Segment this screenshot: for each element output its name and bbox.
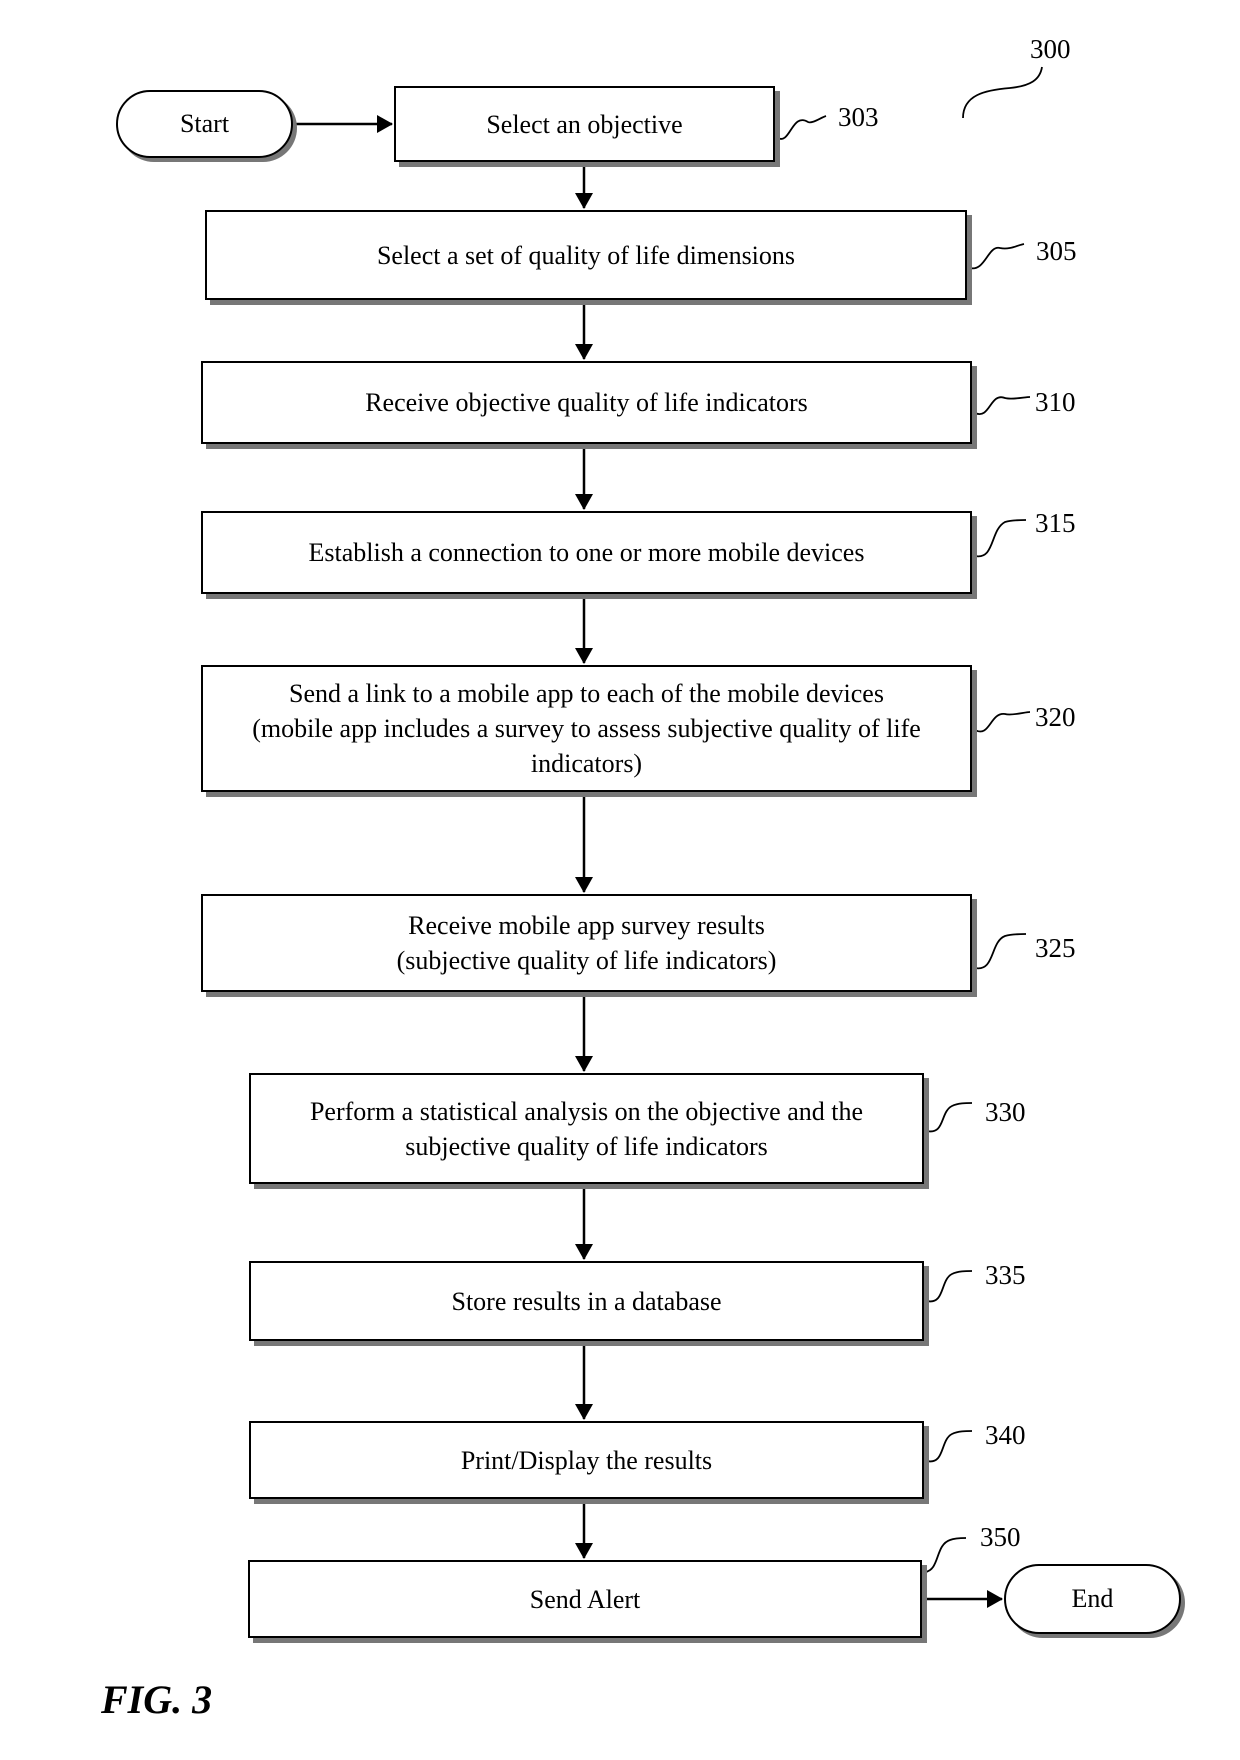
end-terminal: End xyxy=(1004,1564,1181,1634)
leader-305 xyxy=(969,243,1025,270)
step-340-print-display: Print/Display the results xyxy=(249,1421,924,1499)
ref-300: 300 xyxy=(1030,34,1071,64)
step-350-send-alert: Send Alert xyxy=(248,1560,922,1638)
step-310-label: Receive objective quality of life indica… xyxy=(365,388,808,417)
ref-303: 303 xyxy=(838,102,879,132)
step-303-label: Select an objective xyxy=(486,109,683,139)
ref-335: 335 xyxy=(985,1260,1026,1290)
ref-340: 340 xyxy=(985,1420,1026,1450)
step-350-label: Send Alert xyxy=(529,1584,641,1614)
step-305-select-dimensions: Select a set of quality of life dimensio… xyxy=(205,210,967,300)
step-335-label: Store results in a database xyxy=(451,1286,722,1316)
ref-330: 330 xyxy=(985,1097,1026,1127)
leader-330 xyxy=(926,1102,973,1133)
ref-315: 315 xyxy=(1035,508,1076,538)
step-303-select-objective: Select an objective xyxy=(394,86,775,162)
ref-320: 320 xyxy=(1035,702,1076,732)
step-320-label-line-3: indicators) xyxy=(530,749,643,778)
leader-300 xyxy=(962,66,1043,119)
step-330-statistical-analysis: Perform a statistical analysis on the ob… xyxy=(249,1073,924,1184)
step-320-send-link: Send a link to a mobile app to each of t… xyxy=(201,665,972,792)
start-label: Start xyxy=(179,109,230,138)
leader-303 xyxy=(777,115,827,140)
step-315-label: Establish a connection to one or more mo… xyxy=(308,538,865,567)
leader-350 xyxy=(924,1537,967,1573)
leader-325 xyxy=(974,933,1027,970)
step-315-establish-connection: Establish a connection to one or more mo… xyxy=(201,511,972,594)
step-330-label-line-2: subjective quality of life indicators xyxy=(405,1131,768,1161)
step-305-label: Select a set of quality of life dimensio… xyxy=(376,240,796,270)
ref-350: 350 xyxy=(980,1522,1021,1552)
leader-310 xyxy=(974,396,1031,415)
step-325-label-line-1: Receive mobile app survey results xyxy=(408,911,765,940)
leader-335 xyxy=(926,1270,973,1303)
ref-325: 325 xyxy=(1035,933,1076,963)
leader-315 xyxy=(974,519,1027,558)
step-325-receive-survey-results: Receive mobile app survey results (subje… xyxy=(201,894,972,992)
leader-320 xyxy=(974,711,1031,733)
step-320-label-line-2: (mobile app includes a survey to assess … xyxy=(252,714,921,743)
step-335-store-results: Store results in a database xyxy=(249,1261,924,1341)
ref-310: 310 xyxy=(1035,387,1076,417)
figure-label: FIG. 3 xyxy=(101,1677,213,1722)
step-325-label-line-2: (subjective quality of life indicators) xyxy=(396,946,777,975)
step-330-label-line-1: Perform a statistical analysis on the ob… xyxy=(309,1096,864,1126)
step-320-label-line-1: Send a link to a mobile app to each of t… xyxy=(289,679,884,708)
step-310-receive-objective-indicators: Receive objective quality of life indica… xyxy=(201,361,972,444)
end-label: End xyxy=(1071,1584,1114,1613)
start-terminal: Start xyxy=(116,90,293,158)
step-340-label: Print/Display the results xyxy=(460,1445,713,1475)
leader-340 xyxy=(926,1430,973,1463)
ref-305: 305 xyxy=(1036,236,1077,266)
